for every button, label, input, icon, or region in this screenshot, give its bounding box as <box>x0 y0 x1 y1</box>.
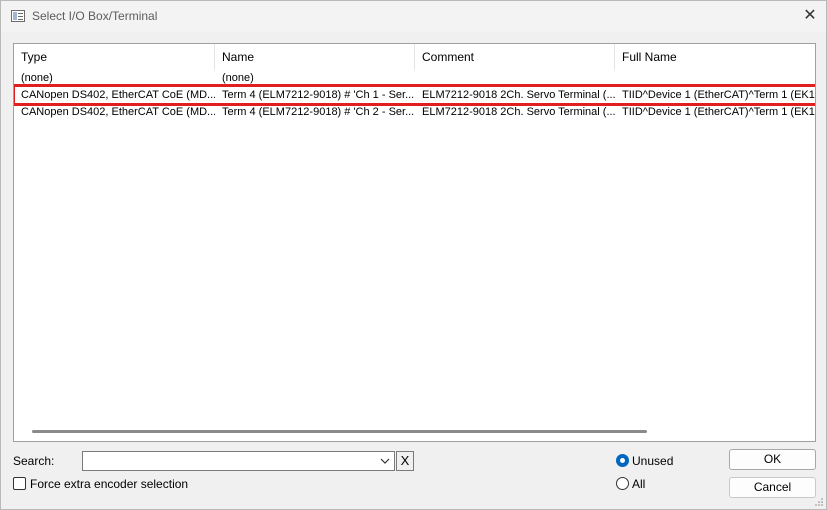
cell-comment: ELM7212-9018 2Ch. Servo Terminal (... <box>422 89 615 101</box>
column-header-comment[interactable]: Comment <box>415 44 615 70</box>
resize-grip-icon[interactable] <box>815 498 823 506</box>
clear-search-button[interactable]: X <box>396 451 414 471</box>
force-encoder-checkbox[interactable] <box>13 477 26 490</box>
select-io-dialog: Select I/O Box/Terminal ✕ Type Name Comm… <box>0 0 827 510</box>
cell-name: Term 4 (ELM7212-9018) # 'Ch 1 - Ser... <box>222 89 415 101</box>
table-row[interactable]: CANopen DS402, EtherCAT CoE (MD... Term … <box>14 104 816 121</box>
radio-all[interactable] <box>616 477 629 490</box>
cell-comment <box>415 70 615 87</box>
search-combo[interactable] <box>82 451 395 471</box>
close-icon[interactable]: ✕ <box>802 7 818 23</box>
cell-full-name <box>615 70 815 87</box>
column-header-full-name[interactable]: Full Name <box>615 44 815 70</box>
cell-type: (none) <box>21 72 53 84</box>
terminal-list[interactable]: Type Name Comment Full Name (none) (none… <box>13 43 816 442</box>
horizontal-scrollbar[interactable] <box>32 430 647 433</box>
cell-type: CANopen DS402, EtherCAT CoE (MD... <box>21 106 215 118</box>
dialog-title: Select I/O Box/Terminal <box>32 9 158 23</box>
list-header: Type Name Comment Full Name <box>14 44 815 70</box>
chevron-down-icon[interactable] <box>379 455 391 467</box>
table-row[interactable]: (none) (none) <box>14 70 815 87</box>
ok-button[interactable]: OK <box>729 449 816 470</box>
cell-name: Term 4 (ELM7212-9018) # 'Ch 2 - Ser... <box>222 106 415 118</box>
cell-comment: ELM7212-9018 2Ch. Servo Terminal (... <box>422 106 615 118</box>
table-row[interactable]: CANopen DS402, EtherCAT CoE (MD... Term … <box>14 87 816 104</box>
radio-unused[interactable] <box>616 454 629 467</box>
radio-all-label[interactable]: All <box>632 477 645 491</box>
search-input[interactable] <box>85 453 375 469</box>
column-header-type[interactable]: Type <box>14 44 215 70</box>
search-label: Search: <box>13 454 55 468</box>
cell-type: CANopen DS402, EtherCAT CoE (MD... <box>21 89 215 101</box>
title-bar[interactable]: Select I/O Box/Terminal ✕ <box>1 1 826 32</box>
cell-name: (none) <box>222 72 254 84</box>
radio-unused-label[interactable]: Unused <box>632 454 673 468</box>
column-header-name[interactable]: Name <box>215 44 415 70</box>
cell-full-name: TIID^Device 1 (EtherCAT)^Term 1 (EK19 <box>622 106 816 118</box>
dialog-app-icon <box>11 10 25 22</box>
cancel-button[interactable]: Cancel <box>729 477 816 498</box>
force-encoder-label[interactable]: Force extra encoder selection <box>30 477 188 491</box>
cell-full-name: TIID^Device 1 (EtherCAT)^Term 1 (EK19 <box>622 89 816 101</box>
